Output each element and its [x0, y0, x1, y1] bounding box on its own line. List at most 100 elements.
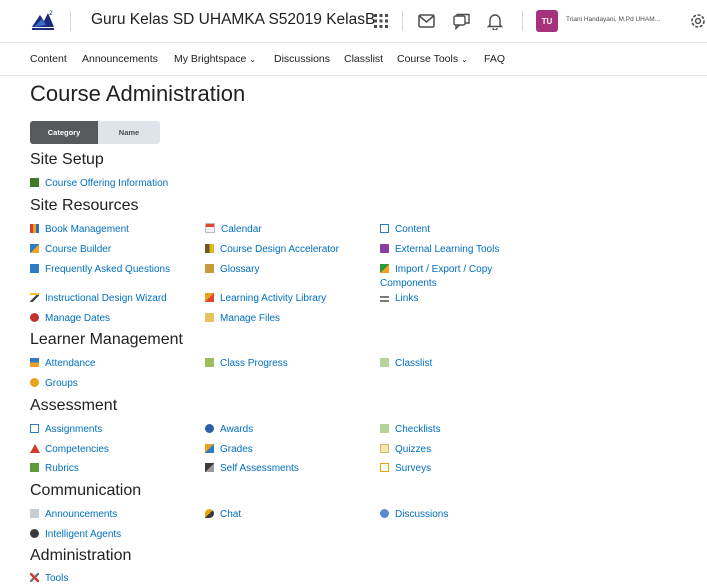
tool-groups[interactable]: Groups [30, 377, 78, 391]
tool-label: Groups [45, 378, 78, 389]
tool-chat[interactable]: Chat [205, 508, 241, 522]
tool-links[interactable]: Links [380, 292, 418, 306]
tool-label: Surveys [395, 463, 432, 474]
content-icon [380, 224, 389, 233]
section-title-assessment: Assessment [30, 397, 118, 414]
tool-class-progress[interactable]: Class Progress [205, 357, 288, 371]
tool-self-assessments[interactable]: Self Assessments [205, 462, 299, 476]
tool-learning-activity-library[interactable]: Learning Activity Library [205, 292, 326, 306]
announcements-icon [30, 509, 39, 518]
builder-icon [30, 244, 39, 253]
toggle-category[interactable]: Category [30, 121, 98, 144]
competencies-icon [30, 444, 40, 453]
waffle-icon[interactable] [371, 11, 391, 31]
tool-attendance[interactable]: Attendance [30, 357, 96, 371]
course-navbar: Content Announcements My Brightspace ⌄ D… [0, 43, 707, 76]
survey-icon [380, 463, 389, 472]
tool-label: Class Progress [220, 358, 288, 369]
tool-surveys[interactable]: Surveys [380, 462, 431, 476]
tool-book-management[interactable]: Book Management [30, 223, 129, 237]
chat-bubble-icon[interactable] [451, 11, 471, 31]
tool-external-learning-tools[interactable]: External Learning Tools [380, 243, 499, 257]
tool-discussions[interactable]: Discussions [380, 508, 448, 522]
rubrics-icon [30, 463, 39, 472]
nav-course-tools-label: Course Tools [397, 53, 459, 65]
svg-text:2: 2 [49, 10, 53, 17]
nav-content[interactable]: Content [30, 53, 67, 65]
import-export-icon [380, 264, 389, 273]
tool-instructional-design-wizard[interactable]: Instructional Design Wizard [30, 292, 167, 306]
tool-course-builder[interactable]: Course Builder [30, 243, 111, 257]
nav-announcements[interactable]: Announcements [82, 53, 158, 65]
tool-grades[interactable]: Grades [205, 443, 253, 457]
header-divider [522, 11, 523, 31]
tool-label: Calendar [221, 224, 262, 235]
tool-manage-files[interactable]: Manage Files [205, 312, 280, 326]
tool-announcements[interactable]: Announcements [30, 508, 117, 522]
tool-label: Links [395, 293, 419, 304]
quiz-icon [380, 444, 389, 453]
user-name[interactable]: Triani Handayani, M.Pd UHAM... [566, 16, 660, 23]
award-icon [205, 424, 214, 433]
nav-course-tools[interactable]: Course Tools ⌄ [397, 53, 468, 65]
tool-label: Manage Files [220, 313, 281, 324]
tool-glossary[interactable]: Glossary [205, 263, 259, 277]
user-avatar[interactable]: TU [536, 10, 558, 32]
tool-import-export-copy[interactable]: Import / Export / Copy Components [380, 263, 492, 291]
tool-assignments[interactable]: Assignments [30, 423, 102, 437]
accelerator-icon [205, 244, 214, 253]
nav-classlist[interactable]: Classlist [344, 53, 383, 65]
toggle-name[interactable]: Name [98, 121, 160, 144]
library-icon [205, 293, 214, 302]
tool-label: Learning Activity Library [220, 293, 327, 304]
tool-intelligent-agents[interactable]: Intelligent Agents [30, 528, 121, 542]
nav-discussions[interactable]: Discussions [274, 53, 330, 65]
self-assessment-icon [205, 463, 214, 472]
tool-rubrics[interactable]: Rubrics [30, 462, 79, 476]
tool-label: Rubrics [45, 463, 79, 474]
chat-icon [205, 509, 214, 518]
tool-label: Discussions [395, 509, 449, 520]
manage-dates-icon [30, 313, 39, 322]
tool-tools[interactable]: Tools [30, 572, 68, 586]
tool-label: Intelligent Agents [45, 529, 122, 540]
bell-icon[interactable] [485, 11, 505, 31]
tool-label: Glossary [220, 264, 260, 275]
chevron-down-icon: ⌄ [461, 55, 468, 64]
tool-label: Quizzes [395, 444, 432, 455]
mail-icon[interactable] [416, 11, 436, 31]
tool-label: Manage Dates [45, 313, 111, 324]
nav-faq[interactable]: FAQ [484, 53, 505, 65]
tool-classlist[interactable]: Classlist [380, 357, 432, 371]
tool-content[interactable]: Content [380, 223, 430, 237]
course-title[interactable]: Guru Kelas SD UHAMKA S52019 KelasB [91, 11, 375, 29]
agent-icon [30, 529, 39, 538]
tool-awards[interactable]: Awards [205, 423, 253, 437]
section-title-site-setup: Site Setup [30, 151, 104, 168]
tool-faq[interactable]: Frequently Asked Questions [30, 263, 170, 277]
nav-my-brightspace[interactable]: My Brightspace ⌄ [174, 53, 256, 65]
tool-label: Grades [220, 444, 253, 455]
tool-course-offering-information[interactable]: Course Offering Information [30, 177, 168, 191]
tool-label-line2: Components [380, 278, 437, 289]
page-title: Course Administration [30, 81, 246, 106]
checklist-icon [380, 424, 389, 433]
brightspace-logo-icon[interactable]: 2 [30, 9, 56, 33]
tool-label: Frequently Asked Questions [45, 264, 171, 275]
tool-competencies[interactable]: Competencies [30, 443, 109, 457]
tools-icon [30, 573, 39, 582]
tool-calendar[interactable]: Calendar [205, 223, 262, 237]
folder-icon [205, 313, 214, 322]
tool-quizzes[interactable]: Quizzes [380, 443, 431, 457]
section-title-site-resources: Site Resources [30, 197, 139, 214]
tool-label: Attendance [45, 358, 96, 369]
section-title-administration: Administration [30, 547, 132, 564]
section-title-learner-management: Learner Management [30, 331, 183, 348]
assignments-icon [30, 424, 39, 433]
tool-manage-dates[interactable]: Manage Dates [30, 312, 110, 326]
external-tools-icon [380, 244, 389, 253]
tool-checklists[interactable]: Checklists [380, 423, 441, 437]
tool-course-design-accelerator[interactable]: Course Design Accelerator [205, 243, 339, 257]
gear-icon[interactable] [688, 10, 707, 32]
tool-label: Self Assessments [220, 463, 299, 474]
